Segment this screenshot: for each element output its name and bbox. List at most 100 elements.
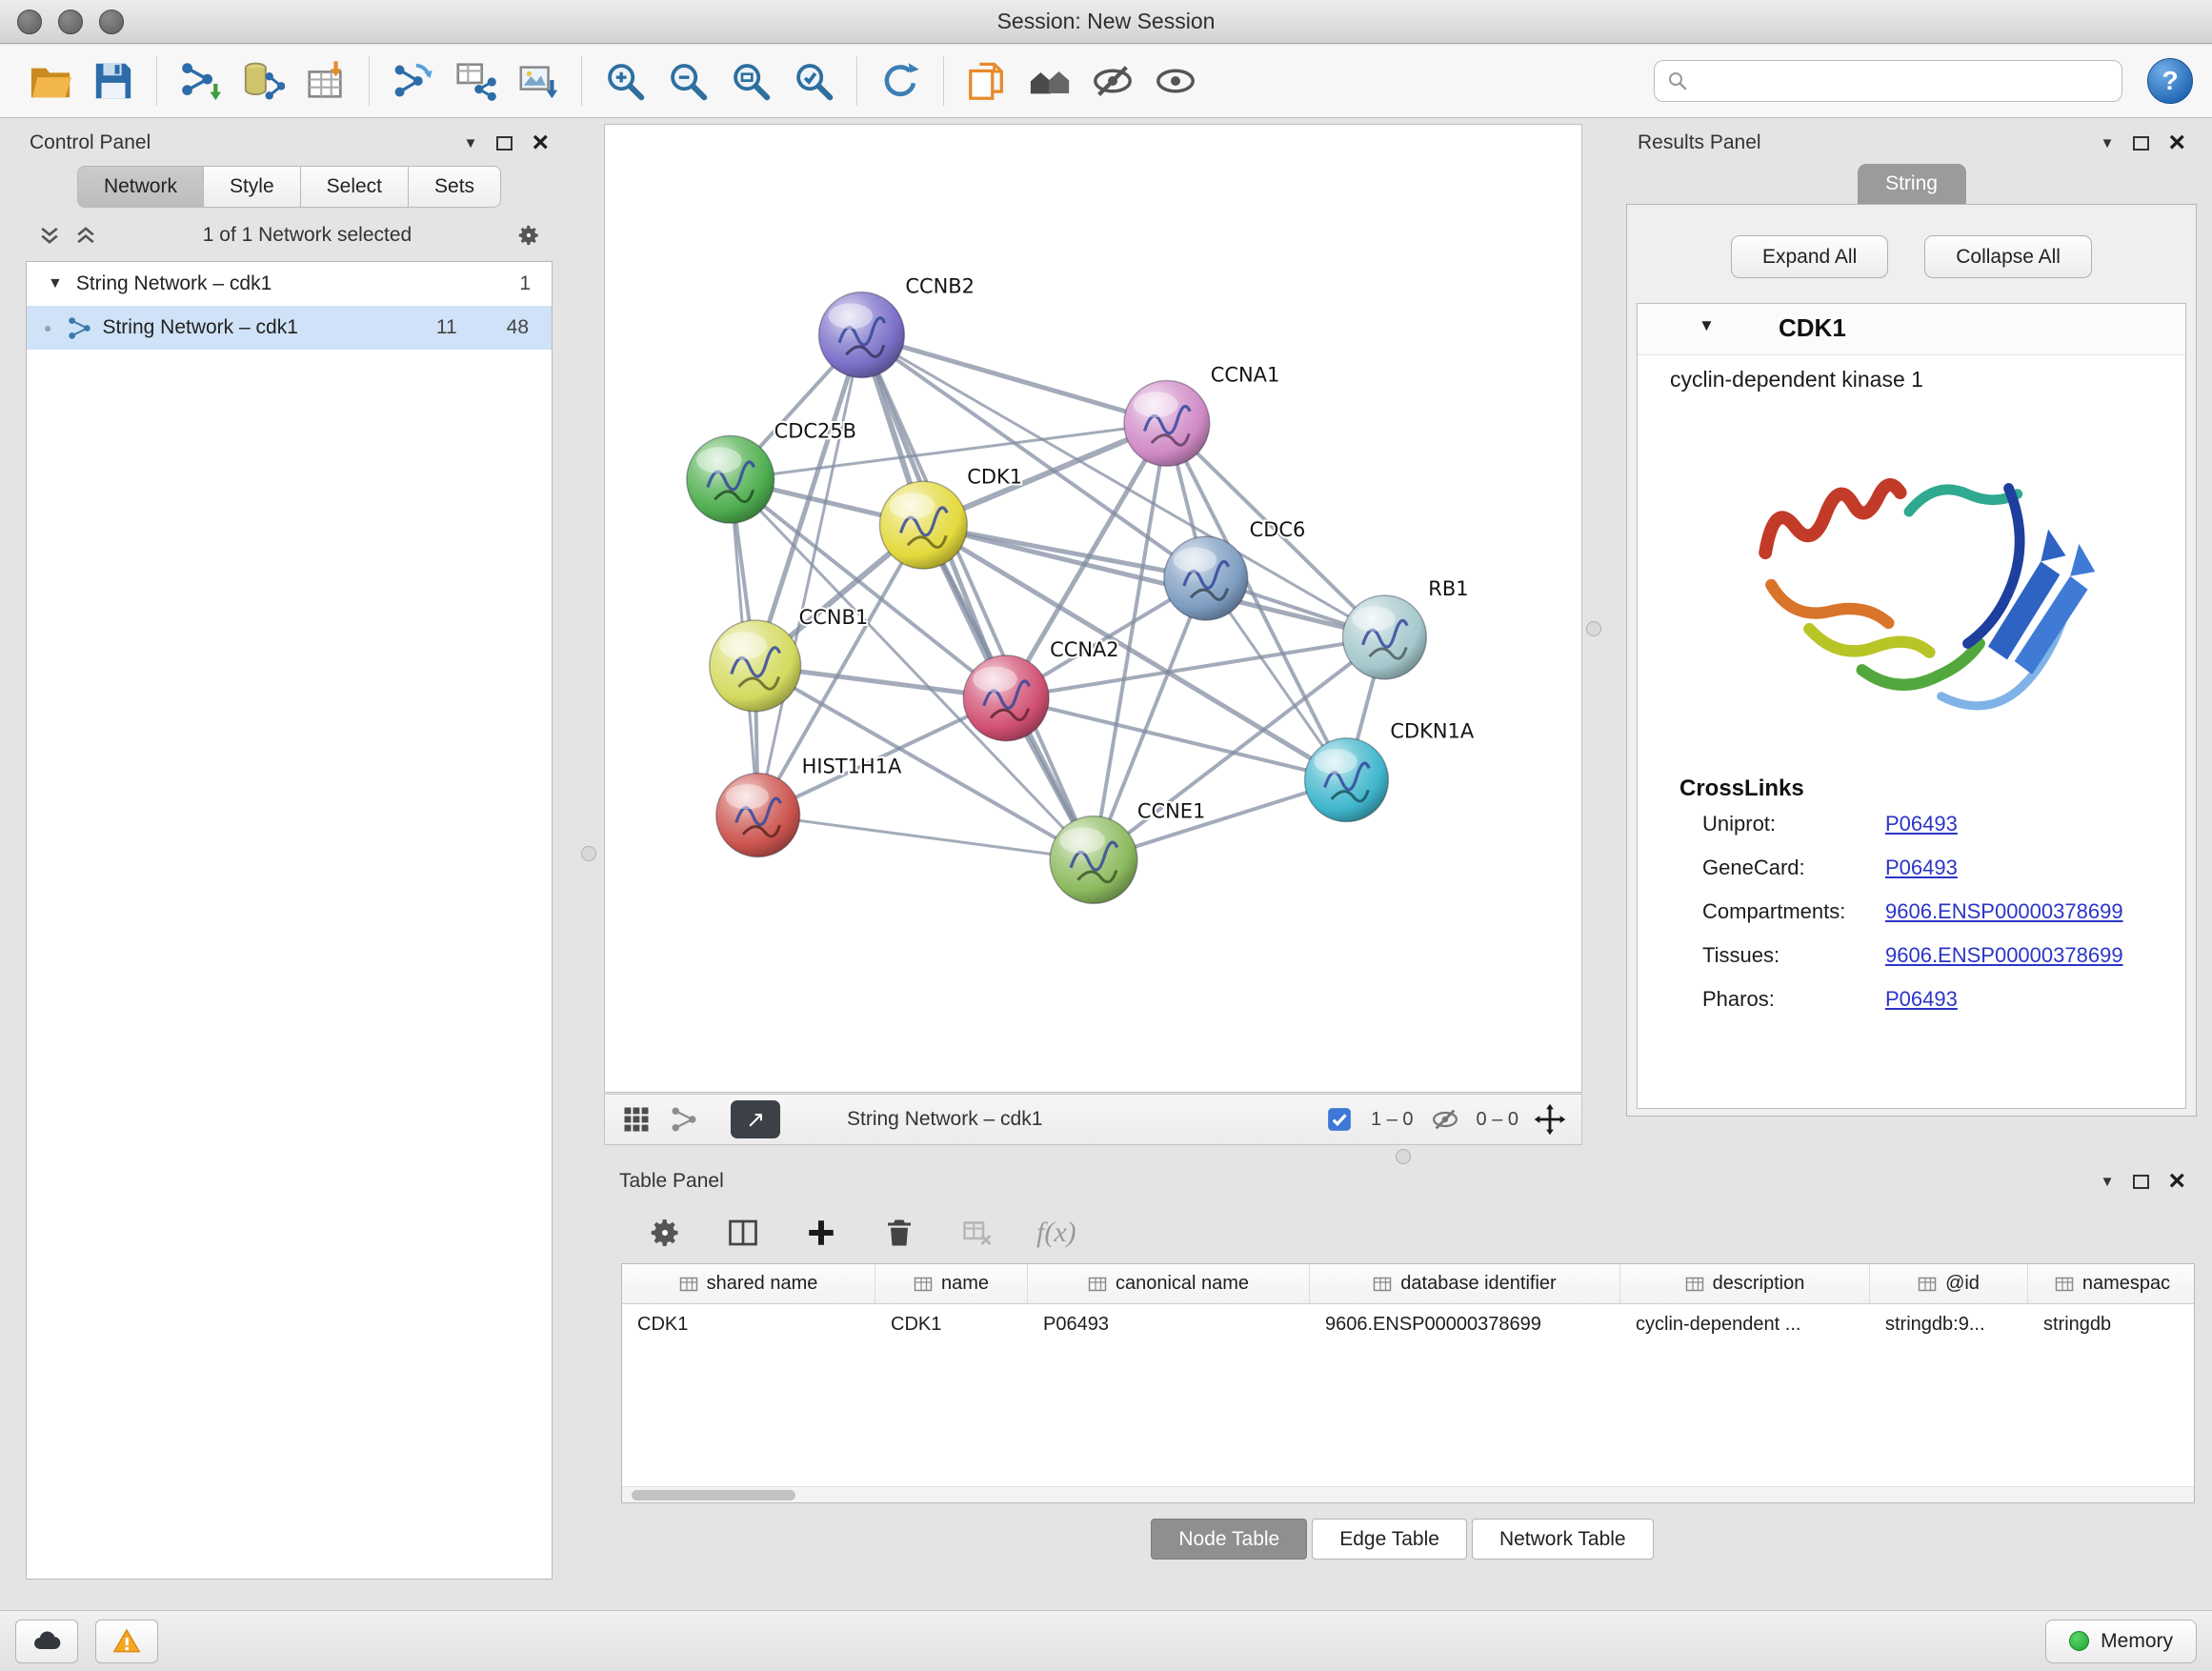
- save-button[interactable]: [82, 50, 145, 111]
- splitter-handle-bottom[interactable]: [1396, 1149, 1411, 1164]
- horizontal-scrollbar[interactable]: [622, 1486, 2194, 1502]
- tab-sets[interactable]: Sets: [409, 166, 501, 208]
- search-box[interactable]: [1654, 60, 2122, 102]
- import-table-button[interactable]: [294, 50, 357, 111]
- houses-button[interactable]: [1018, 50, 1081, 111]
- splitter-handle-right[interactable]: [1586, 621, 1601, 636]
- expand-all-button[interactable]: Expand All: [1731, 235, 1888, 278]
- zoom-out-button[interactable]: [656, 50, 719, 111]
- network-node-CCNA1[interactable]: [1124, 380, 1210, 466]
- table-tab-edge-table[interactable]: Edge Table: [1312, 1519, 1467, 1560]
- network-view[interactable]: CCNB2CCNA1CDC25BCDK1CDC6RB1CCNB1CCNA2CDK…: [604, 124, 1582, 1093]
- open-in-window-button[interactable]: ↗: [731, 1100, 780, 1138]
- network-node-CDK1[interactable]: [879, 481, 967, 569]
- crosslink-value-link[interactable]: P06493: [1885, 812, 1958, 836]
- crosslink-row: Uniprot:P06493: [1638, 802, 2185, 846]
- crosslink-value-link[interactable]: 9606.ENSP00000378699: [1885, 943, 2123, 968]
- network-edge-CCNB2-CCNE1[interactable]: [861, 335, 1094, 860]
- table-tab-node-table[interactable]: Node Table: [1151, 1519, 1307, 1560]
- network-canvas[interactable]: CCNB2CCNA1CDC25BCDK1CDC6RB1CCNB1CCNA2CDK…: [605, 125, 1581, 1092]
- panel-float-icon[interactable]: [496, 136, 513, 151]
- panel-menu-icon[interactable]: ▼: [464, 135, 478, 151]
- refresh-button[interactable]: [869, 50, 932, 111]
- network-table-button[interactable]: [444, 50, 507, 111]
- cloud-button[interactable]: [15, 1620, 78, 1663]
- column-header-canonical-name[interactable]: canonical name: [1028, 1264, 1310, 1303]
- network-edge-HIST1H1A-CCNE1[interactable]: [758, 815, 1094, 860]
- network-node-CDC6[interactable]: [1164, 536, 1248, 620]
- network-edge-CCNA2-CDKN1A[interactable]: [1006, 698, 1346, 780]
- help-button[interactable]: ?: [2147, 58, 2193, 104]
- panel-close-icon[interactable]: ×: [532, 129, 549, 157]
- collapse-gene-icon[interactable]: ▼: [1699, 316, 1715, 335]
- network-from-selection-button[interactable]: [381, 50, 444, 111]
- hide-eye-button[interactable]: [1081, 50, 1144, 111]
- network-node-RB1[interactable]: [1342, 595, 1426, 679]
- panel-float-icon[interactable]: [2133, 136, 2149, 151]
- network-collection-row[interactable]: ▼ String Network – cdk1 1: [27, 262, 552, 306]
- column-header-namespac[interactable]: namespac: [2028, 1264, 2195, 1303]
- copy-page-button[interactable]: [955, 50, 1018, 111]
- network-node-CCNE1[interactable]: [1050, 816, 1137, 904]
- function-builder-icon[interactable]: f(x): [1036, 1217, 1076, 1249]
- folder-open-button[interactable]: [19, 50, 82, 111]
- show-columns-icon[interactable]: [724, 1214, 762, 1252]
- table-settings-gear-icon[interactable]: [646, 1214, 684, 1252]
- tab-string[interactable]: String: [1858, 164, 1966, 204]
- network-node-CCNB1[interactable]: [710, 620, 801, 712]
- table-tab-network-table[interactable]: Network Table: [1472, 1519, 1654, 1560]
- tab-select[interactable]: Select: [301, 166, 409, 208]
- tab-style[interactable]: Style: [204, 166, 301, 208]
- import-network-db-button[interactable]: [231, 50, 294, 111]
- show-eye-button[interactable]: [1144, 50, 1207, 111]
- collapse-all-button[interactable]: Collapse All: [1924, 235, 2092, 278]
- panel-menu-icon[interactable]: ▼: [2101, 135, 2115, 151]
- network-overview-icon[interactable]: [668, 1103, 700, 1136]
- disclosure-triangle-icon[interactable]: ▼: [48, 275, 63, 292]
- panel-menu-icon[interactable]: ▼: [2101, 1174, 2115, 1190]
- warnings-button[interactable]: [95, 1620, 158, 1663]
- crosslink-value-link[interactable]: P06493: [1885, 987, 1958, 1012]
- panel-close-icon[interactable]: ×: [2168, 1167, 2185, 1196]
- network-node-CCNA2[interactable]: [963, 655, 1049, 741]
- column-header-id[interactable]: @id: [1870, 1264, 2028, 1303]
- column-header-database-identifier[interactable]: database identifier: [1310, 1264, 1620, 1303]
- delete-column-icon[interactable]: [880, 1214, 918, 1252]
- pan-crosshair-icon[interactable]: [1534, 1103, 1566, 1136]
- column-header-name[interactable]: name: [875, 1264, 1028, 1303]
- minimize-window-button[interactable]: [58, 10, 83, 34]
- column-header-description[interactable]: description: [1620, 1264, 1870, 1303]
- splitter-handle-left[interactable]: [581, 846, 596, 861]
- network-node-CCNB2[interactable]: [819, 292, 905, 378]
- network-node-CDKN1A[interactable]: [1305, 738, 1389, 822]
- close-window-button[interactable]: [17, 10, 42, 34]
- import-network-file-button[interactable]: [169, 50, 231, 111]
- birdseye-grid-icon[interactable]: [620, 1103, 653, 1136]
- zoom-selected-button[interactable]: [782, 50, 845, 111]
- table-row[interactable]: CDK1CDK1P064939606.ENSP00000378699cyclin…: [622, 1304, 2194, 1344]
- network-node-CDC25B[interactable]: [687, 435, 774, 523]
- network-options-gear-icon[interactable]: [516, 223, 541, 248]
- crosslink-value-link[interactable]: P06493: [1885, 856, 1958, 880]
- zoom-in-button[interactable]: [593, 50, 656, 111]
- expand-all-icon[interactable]: [73, 223, 98, 248]
- crosslink-value-link[interactable]: 9606.ENSP00000378699: [1885, 899, 2123, 924]
- zoom-fit-button[interactable]: [719, 50, 782, 111]
- search-input[interactable]: [1697, 70, 2110, 92]
- export-image-button[interactable]: [507, 50, 570, 111]
- network-node-HIST1H1A[interactable]: [716, 774, 800, 857]
- network-edge-CCNB2-CCNA1[interactable]: [861, 335, 1166, 424]
- scrollbar-thumb[interactable]: [632, 1490, 795, 1500]
- node-label-CCNA2: CCNA2: [1050, 638, 1119, 661]
- network-row[interactable]: ● String Network – cdk1 11 48: [27, 306, 552, 350]
- add-column-icon[interactable]: [802, 1214, 840, 1252]
- tab-network[interactable]: Network: [77, 166, 204, 208]
- maximize-window-button[interactable]: [99, 10, 124, 34]
- panel-close-icon[interactable]: ×: [2168, 129, 2185, 157]
- column-header-shared-name[interactable]: shared name: [622, 1264, 875, 1303]
- network-edge-CCNB2-HIST1H1A[interactable]: [758, 335, 862, 815]
- gene-panel-header[interactable]: ▼ CDK1: [1638, 304, 2185, 355]
- panel-float-icon[interactable]: [2133, 1175, 2149, 1189]
- memory-button[interactable]: Memory: [2045, 1620, 2197, 1663]
- collapse-all-icon[interactable]: [37, 223, 62, 248]
